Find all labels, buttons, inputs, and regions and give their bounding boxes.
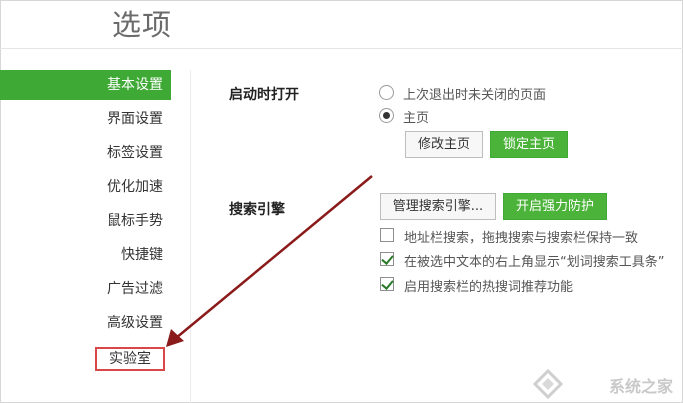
sidebar-item-optimize-speed[interactable]: 优化加速	[0, 172, 171, 202]
checkbox-label: 启用搜索栏的热搜词推荐功能	[404, 280, 574, 295]
sidebar-item-mouse-gestures[interactable]: 鼠标手势	[0, 206, 171, 236]
watermark-text: 系统之家	[608, 377, 673, 396]
sidebar-item-lab[interactable]: 实验室	[0, 344, 171, 374]
checkbox-label: 在被选中文本的右上角显示“划词搜索工具条”	[404, 255, 665, 270]
selection-search-toolbar-checkbox[interactable]	[380, 252, 394, 266]
sidebar-item-label: 鼠标手势	[107, 213, 163, 229]
title-divider	[0, 48, 683, 49]
startup-section-label: 启动时打开	[229, 87, 299, 103]
sidebar-item-label: 实验室	[95, 347, 165, 371]
sidebar-item-label: 标签设置	[107, 145, 163, 161]
startup-option-label: 上次退出时未关闭的页面	[403, 88, 547, 103]
sidebar: 基本设置 界面设置 标签设置 优化加速 鼠标手势 快捷键 广告过滤 高级设置 实…	[0, 70, 191, 403]
sidebar-item-label: 高级设置	[107, 315, 163, 331]
manage-search-engines-button[interactable]: 管理搜索引擎...	[380, 193, 496, 220]
sidebar-item-advanced-settings[interactable]: 高级设置	[0, 308, 171, 338]
checkbox-label: 地址栏搜索，拖拽搜索与搜索栏保持一致	[404, 231, 639, 246]
watermark-logo-icon	[532, 368, 564, 400]
sidebar-item-label: 优化加速	[107, 179, 163, 195]
sidebar-item-label: 快捷键	[121, 247, 163, 263]
sidebar-item-label: 基本设置	[107, 77, 163, 93]
modify-homepage-button[interactable]: 修改主页	[405, 131, 483, 158]
page-title: 选项	[112, 8, 173, 42]
sidebar-item-label: 界面设置	[107, 111, 163, 127]
addressbar-search-checkbox[interactable]	[380, 228, 394, 242]
startup-radio-homepage[interactable]	[379, 108, 394, 123]
sidebar-item-ad-filter[interactable]: 广告过滤	[0, 274, 171, 304]
enable-protection-button[interactable]: 开启强力防护	[503, 193, 607, 220]
sidebar-item-interface-settings[interactable]: 界面设置	[0, 104, 171, 134]
lock-homepage-button[interactable]: 锁定主页	[490, 131, 568, 158]
sidebar-item-basic-settings[interactable]: 基本设置	[0, 70, 171, 100]
startup-radio-last-session[interactable]	[379, 85, 394, 100]
startup-option-label: 主页	[403, 111, 430, 126]
sidebar-item-label: 广告过滤	[107, 281, 163, 297]
sidebar-item-tab-settings[interactable]: 标签设置	[0, 138, 171, 168]
search-section-label: 搜索引擎	[229, 202, 285, 218]
sidebar-item-shortcuts[interactable]: 快捷键	[0, 240, 171, 270]
hot-search-suggest-checkbox[interactable]	[380, 277, 394, 291]
